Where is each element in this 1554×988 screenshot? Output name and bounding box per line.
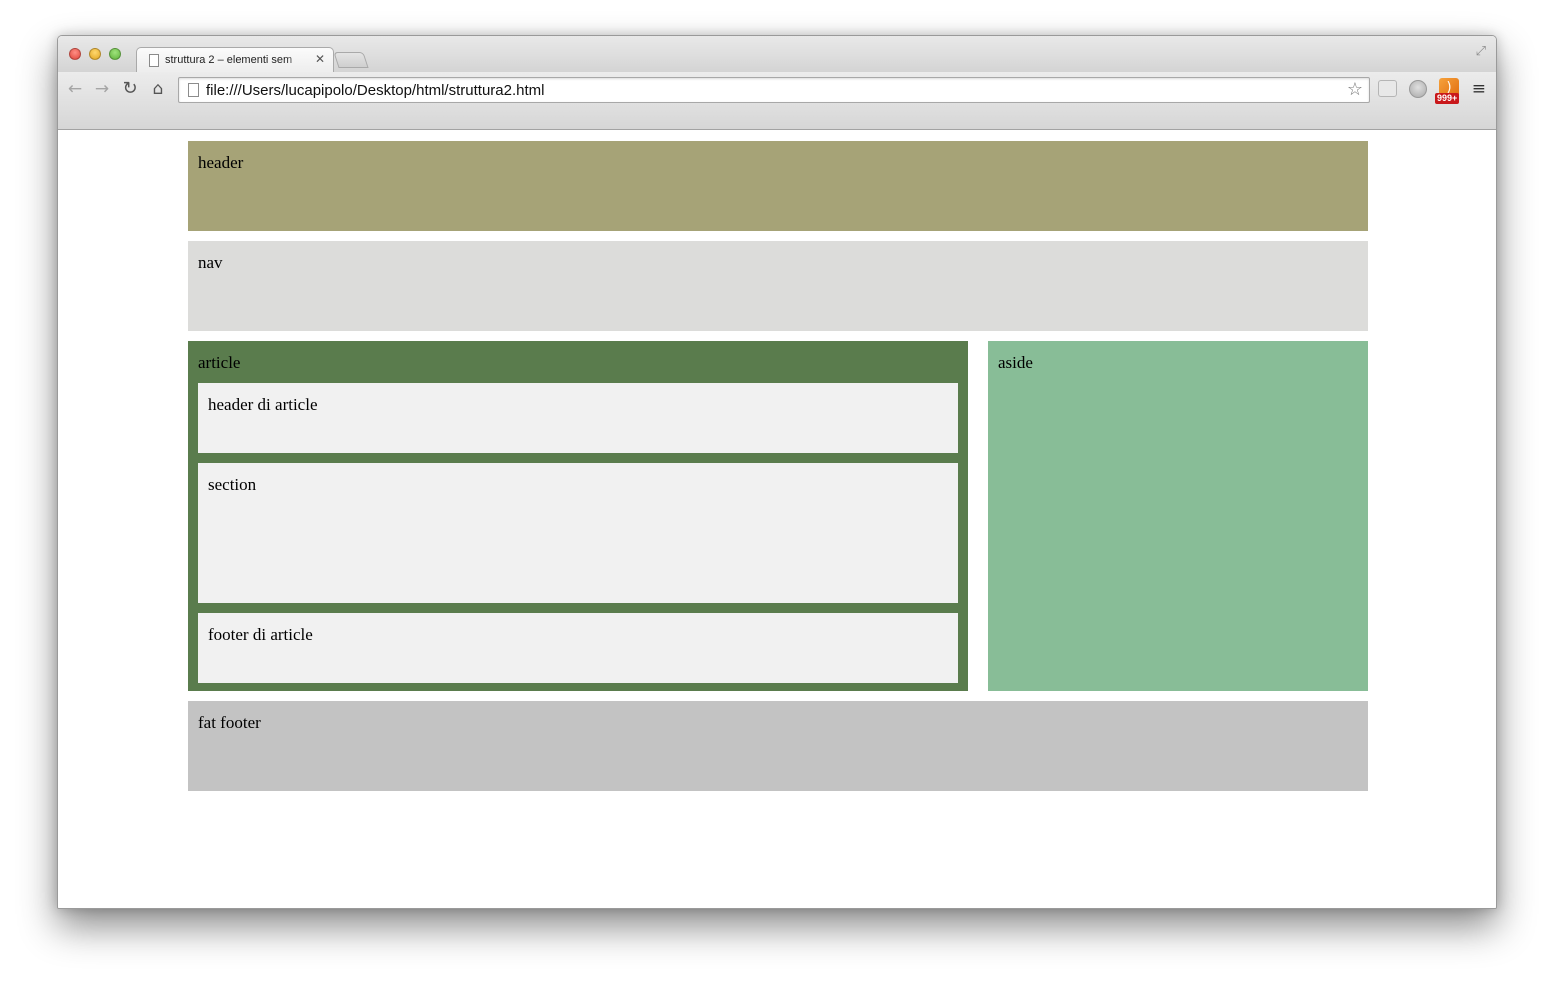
aside-block: aside [988,341,1368,691]
zoom-window-button[interactable] [109,48,121,60]
page-header-label: header [198,153,244,172]
rss-count-badge: 999+ [1435,93,1460,104]
document-icon [149,54,159,67]
home-button[interactable]: ⌂ [147,78,169,100]
article-block: article header di article section footer… [188,341,968,691]
new-tab-button[interactable] [333,52,369,68]
menu-icon[interactable]: ≡ [1472,79,1486,99]
download-extension-icon[interactable] [1409,80,1427,98]
article-section-label: section [208,475,257,494]
page-icon [188,83,199,97]
browser-window: struttura 2 – elementi sem ✕ ⤢ ← → ↻ ⌂ f… [57,35,1497,909]
translate-extension-icon[interactable] [1378,80,1397,97]
tab-title: struttura 2 – elementi sem [165,54,293,66]
article-header-block: header di article [198,383,958,453]
fat-footer-block: fat footer [188,701,1368,791]
browser-toolbar: ← → ↻ ⌂ file:///Users/lucapipolo/Desktop… [58,72,1496,130]
article-label: article [198,353,241,372]
article-footer-block: footer di article [198,613,958,683]
page-viewport: header nav article header di article sec… [58,131,1496,908]
close-window-button[interactable] [69,48,81,60]
forward-button[interactable]: → [91,78,113,100]
close-tab-icon[interactable]: ✕ [315,52,325,66]
article-section-block: section [198,463,958,603]
browser-tab[interactable]: struttura 2 – elementi sem ✕ [136,47,334,73]
article-footer-label: footer di article [208,625,313,644]
page-nav-label: nav [198,253,223,272]
page-header-block: header [188,141,1368,231]
back-button[interactable]: ← [64,78,86,100]
title-bar: struttura 2 – elementi sem ✕ ⤢ [58,36,1496,73]
fullscreen-icon[interactable]: ⤢ [1476,44,1486,59]
address-text[interactable]: file:///Users/lucapipolo/Desktop/html/st… [206,82,544,99]
bookmark-star-icon[interactable]: ☆ [1347,79,1363,100]
aside-label: aside [998,353,1033,372]
article-header-label: header di article [208,395,318,414]
page-nav-block: nav [188,241,1368,331]
minimize-window-button[interactable] [89,48,101,60]
reload-button[interactable]: ↻ [119,78,141,100]
fat-footer-label: fat footer [198,713,261,732]
address-bar[interactable]: file:///Users/lucapipolo/Desktop/html/st… [178,77,1370,103]
